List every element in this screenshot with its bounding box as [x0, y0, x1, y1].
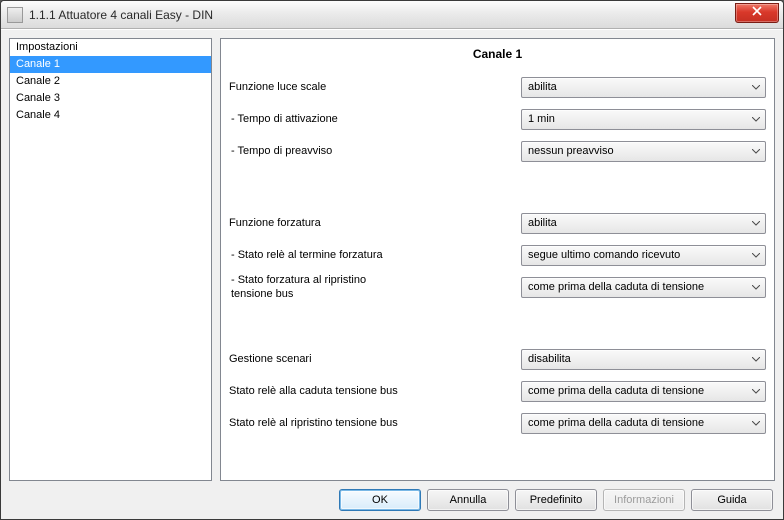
info-button: Informazioni [603, 489, 685, 511]
row-ripristino-tensione: Stato relè al ripristino tensione bus co… [229, 407, 766, 439]
sidebar-item-label: Canale 4 [16, 109, 60, 121]
chevron-down-icon [749, 421, 763, 426]
titlebar: 1.1.1 Attuatore 4 canali Easy - DIN [1, 1, 783, 29]
help-button[interactable]: Guida [691, 489, 773, 511]
dropdown-value: come prima della caduta di tensione [528, 385, 749, 397]
dropdown-funzione-luce-scale[interactable]: abilita [521, 77, 766, 98]
dropdown-value: come prima della caduta di tensione [528, 417, 749, 429]
main-row: Impostazioni Canale 1 Canale 2 Canale 3 … [9, 38, 775, 481]
row-caduta-tensione: Stato relè alla caduta tensione bus come… [229, 375, 766, 407]
dropdown-value: abilita [528, 81, 749, 93]
row-termine-forzatura: - Stato relè al termine forzatura segue … [229, 239, 766, 271]
sidebar-item-label: Canale 2 [16, 75, 60, 87]
chevron-down-icon [749, 85, 763, 90]
dropdown-value: segue ultimo comando ricevuto [528, 249, 749, 261]
dropdown-value: nessun preavviso [528, 145, 749, 157]
default-button[interactable]: Predefinito [515, 489, 597, 511]
label-funzione-luce-scale: Funzione luce scale [229, 78, 521, 96]
chevron-down-icon [749, 389, 763, 394]
label-caduta-tensione: Stato relè alla caduta tensione bus [229, 382, 521, 400]
dropdown-gestione-scenari[interactable]: disabilita [521, 349, 766, 370]
row-tempo-preavviso: - Tempo di preavviso nessun preavviso [229, 135, 766, 167]
dropdown-value: come prima della caduta di tensione [528, 281, 749, 293]
dropdown-termine-forzatura[interactable]: segue ultimo comando ricevuto [521, 245, 766, 266]
dropdown-value: 1 min [528, 113, 749, 125]
dropdown-caduta-tensione[interactable]: come prima della caduta di tensione [521, 381, 766, 402]
label-gestione-scenari: Gestione scenari [229, 350, 521, 368]
dropdown-funzione-forzatura[interactable]: abilita [521, 213, 766, 234]
app-icon [7, 7, 23, 23]
label-termine-forzatura: - Stato relè al termine forzatura [229, 246, 521, 264]
chevron-down-icon [749, 221, 763, 226]
dropdown-ripristino-forzatura[interactable]: come prima della caduta di tensione [521, 277, 766, 298]
close-icon [751, 6, 763, 16]
row-ripristino-forzatura: - Stato forzatura al ripristino tensione… [229, 271, 766, 303]
client-area: Impostazioni Canale 1 Canale 2 Canale 3 … [1, 29, 783, 519]
sidebar-item-canale-2[interactable]: Canale 2 [10, 73, 211, 90]
sidebar-item-label: Canale 1 [16, 58, 60, 70]
gap [229, 167, 766, 207]
sidebar-item-label: Canale 3 [16, 92, 60, 104]
row-gestione-scenari: Gestione scenari disabilita [229, 343, 766, 375]
close-button[interactable] [735, 3, 779, 23]
dropdown-tempo-attivazione[interactable]: 1 min [521, 109, 766, 130]
dropdown-value: disabilita [528, 353, 749, 365]
sidebar-item-canale-3[interactable]: Canale 3 [10, 90, 211, 107]
label-tempo-preavviso: - Tempo di preavviso [229, 142, 521, 160]
chevron-down-icon [749, 357, 763, 362]
sidebar-item-canale-1[interactable]: Canale 1 [10, 56, 211, 73]
label-funzione-forzatura: Funzione forzatura [229, 214, 521, 232]
row-tempo-attivazione: - Tempo di attivazione 1 min [229, 103, 766, 135]
gap [229, 303, 766, 343]
dropdown-tempo-preavviso[interactable]: nessun preavviso [521, 141, 766, 162]
dropdown-value: abilita [528, 217, 749, 229]
row-funzione-luce-scale: Funzione luce scale abilita [229, 71, 766, 103]
label-ripristino-forzatura: - Stato forzatura al ripristino tensione… [229, 271, 521, 303]
dropdown-ripristino-tensione[interactable]: come prima della caduta di tensione [521, 413, 766, 434]
sidebar[interactable]: Impostazioni Canale 1 Canale 2 Canale 3 … [9, 38, 212, 481]
row-funzione-forzatura: Funzione forzatura abilita [229, 207, 766, 239]
sidebar-item-canale-4[interactable]: Canale 4 [10, 107, 211, 124]
chevron-down-icon [749, 253, 763, 258]
panel-title: Canale 1 [229, 43, 766, 71]
dialog-buttons: OK Annulla Predefinito Informazioni Guid… [9, 487, 775, 511]
ok-button[interactable]: OK [339, 489, 421, 511]
chevron-down-icon [749, 285, 763, 290]
cancel-button[interactable]: Annulla [427, 489, 509, 511]
form-rows: Funzione luce scale abilita - Tempo di a… [229, 71, 766, 439]
window: 1.1.1 Attuatore 4 canali Easy - DIN Impo… [0, 0, 784, 520]
settings-panel: Canale 1 Funzione luce scale abilita - T… [220, 38, 775, 481]
label-ripristino-tensione: Stato relè al ripristino tensione bus [229, 414, 521, 432]
label-tempo-attivazione: - Tempo di attivazione [229, 110, 521, 128]
chevron-down-icon [749, 149, 763, 154]
chevron-down-icon [749, 117, 763, 122]
sidebar-item-impostazioni[interactable]: Impostazioni [10, 39, 211, 56]
sidebar-item-label: Impostazioni [16, 41, 78, 53]
window-title: 1.1.1 Attuatore 4 canali Easy - DIN [29, 8, 213, 22]
